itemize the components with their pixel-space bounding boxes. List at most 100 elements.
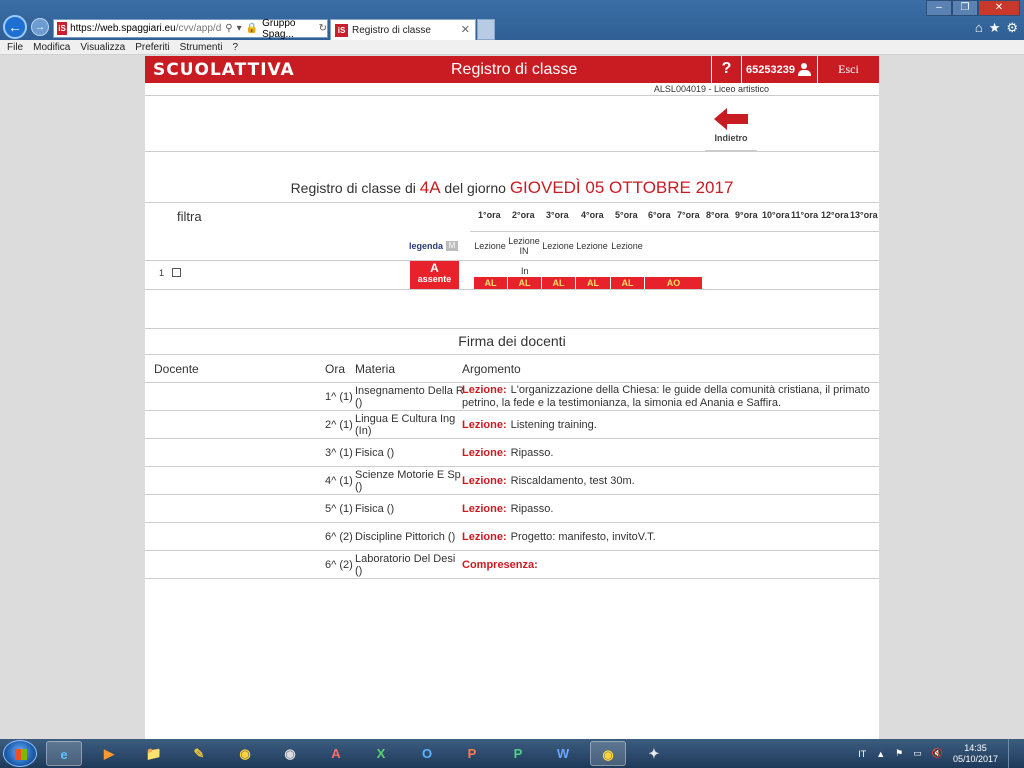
new-tab-button[interactable] [477, 19, 495, 40]
register-title-middle: del giorno [444, 180, 506, 196]
student-checkbox[interactable] [172, 268, 181, 277]
school-info: ALSL004019 - Liceo artistico [145, 83, 879, 96]
row-argomento: Lezione: Listening training. [462, 412, 874, 438]
row-ora: 3^ (1) [325, 447, 353, 459]
internet-explorer-icon[interactable]: e [46, 741, 82, 766]
excel-icon[interactable]: X [363, 741, 399, 766]
language-indicator[interactable]: IT [858, 749, 866, 759]
paint-icon[interactable]: ✎ [181, 741, 217, 766]
search-icon[interactable]: ⚲ [225, 23, 232, 34]
row-materia: Fisica () [355, 503, 395, 515]
clock[interactable]: 14:35 05/10/2017 [953, 743, 998, 765]
powerpoint-icon[interactable]: P [454, 741, 490, 766]
address-bar[interactable]: iS https://web.spaggiari.eu/cvv/app/d ⚲ … [53, 18, 328, 40]
row-materia: Discipline Pittorich () [355, 531, 456, 543]
network-icon[interactable]: ▭ [913, 748, 922, 759]
menu-help[interactable]: ? [232, 42, 238, 53]
refresh-icon[interactable]: ↻ [319, 23, 327, 34]
menu-visualizza[interactable]: Visualizza [80, 42, 125, 53]
row-tipo: Compresenza: [462, 558, 538, 571]
row-argomento-text: Progetto: manifesto, invitoV.T. [510, 530, 656, 543]
row-materia: Insegnamento Della R () [355, 385, 464, 409]
lesson-type-label: Lezione [576, 241, 608, 251]
volume-muted-icon[interactable]: 🔇 [932, 748, 943, 759]
clock-date: 05/10/2017 [952, 753, 998, 764]
media-player-icon[interactable]: ▶ [91, 741, 127, 766]
legenda-link[interactable]: legenda [409, 241, 443, 251]
tab-close-icon[interactable]: ✕ [461, 23, 470, 36]
minimize-icon[interactable]: – [926, 0, 952, 16]
menu-preferiti[interactable]: Preferiti [135, 42, 169, 53]
scuolattiva-logo[interactable]: SCUOLATTIVA [153, 60, 295, 80]
system-tray: IT ▲ ⚑ ▭ 🔇 14:35 05/10/2017 [858, 739, 1024, 768]
menu-strumenti[interactable]: Strumenti [180, 42, 223, 53]
paint-palette-icon[interactable]: ✦ [636, 741, 672, 766]
row-argomento: Compresenza: [462, 552, 874, 578]
file-explorer-icon[interactable]: 📁 [136, 741, 172, 766]
row-argomento-text: Listening training. [510, 418, 597, 431]
row-materia: Lingua E Cultura Ing (In) [355, 413, 456, 437]
browser-back-button[interactable]: ← [3, 15, 27, 39]
attendance-cell[interactable]: AL [576, 277, 611, 289]
hour-header: 8°ora [706, 210, 729, 220]
url-main: https://web.spaggiari.eu [70, 23, 176, 34]
back-button[interactable]: Indietro [705, 108, 757, 151]
row-tipo: Lezione: [462, 446, 507, 459]
register-title-prefix: Registro di classe di [290, 180, 416, 196]
divider [145, 260, 879, 261]
absent-text: assente [417, 274, 452, 284]
divider [145, 202, 879, 203]
attendance-cell[interactable]: AL [474, 277, 508, 289]
hour-header: 11°ora [791, 210, 819, 220]
menu-file[interactable]: File [7, 42, 23, 53]
help-button[interactable]: ? [711, 56, 741, 83]
chrome-active-icon[interactable]: ◉ [590, 741, 626, 766]
filter-button[interactable]: filtra [177, 209, 202, 224]
tray-expand-icon[interactable]: ▲ [876, 749, 885, 759]
divider [145, 328, 879, 329]
col-header-materia: Materia [355, 362, 396, 376]
browser-menu-bar: File Modifica Visualizza Preferiti Strum… [0, 40, 1024, 55]
start-button[interactable] [3, 740, 37, 767]
url-rest: /cvv/app/d [175, 23, 222, 34]
hour-header: 5°ora [615, 210, 638, 220]
legenda-badge[interactable]: M [446, 241, 458, 251]
chrome-icon[interactable]: ◉ [227, 741, 263, 766]
gimp-icon[interactable]: ◉ [272, 741, 308, 766]
table-row: 3^ (1) Fisica () Lezione: Ripasso. [145, 439, 879, 467]
browser-forward-button[interactable]: → [31, 18, 49, 36]
home-icon[interactable]: ⌂ [975, 20, 983, 36]
attendance-cell[interactable]: AL [611, 277, 645, 289]
favorites-star-icon[interactable]: ★ [989, 20, 1001, 36]
word-icon[interactable]: W [545, 741, 581, 766]
row-tipo: Lezione: [462, 418, 507, 431]
user-account-button[interactable]: 65253239 [741, 56, 817, 83]
lesson-type-label: Lezione [474, 241, 506, 251]
publisher-icon[interactable]: P [500, 741, 536, 766]
class-name: 4A [419, 178, 441, 197]
outlook-icon[interactable]: O [409, 741, 445, 766]
logout-button[interactable]: Esci [817, 56, 879, 83]
taskbar: e ▶ 📁 ✎ ◉ ◉ A X O P P W ◉ ✦ IT ▲ ⚑ ▭ 🔇 1… [0, 739, 1024, 768]
restore-icon[interactable]: ❐ [952, 0, 978, 16]
back-arrow-icon [714, 108, 748, 130]
row-argomento: Lezione: Ripasso. [462, 496, 874, 522]
access-icon[interactable]: A [318, 741, 354, 766]
dropdown-icon[interactable]: ▾ [237, 23, 242, 34]
browser-titlebar: ← → iS https://web.spaggiari.eu/cvv/app/… [0, 0, 1024, 40]
tab-registro[interactable]: iS Registro di classe ✕ [330, 19, 476, 40]
settings-gear-icon[interactable]: ⚙ [1006, 20, 1018, 36]
row-tipo: Lezione: [462, 530, 507, 543]
attendance-cell[interactable]: AO [645, 277, 703, 289]
attendance-cell[interactable]: AL [542, 277, 576, 289]
in-mark: In [521, 266, 529, 276]
tab-favicon-icon: iS [335, 23, 348, 37]
action-center-flag-icon[interactable]: ⚑ [895, 748, 903, 759]
close-window-icon[interactable]: ✕ [978, 0, 1020, 16]
absent-status-badge[interactable]: A assente [410, 261, 459, 289]
menu-modifica[interactable]: Modifica [33, 42, 70, 53]
divider [145, 354, 879, 355]
show-desktop-button[interactable] [1008, 739, 1018, 768]
row-argomento-text: Riscaldamento, test 30m. [510, 474, 635, 487]
attendance-cell[interactable]: AL [508, 277, 542, 289]
